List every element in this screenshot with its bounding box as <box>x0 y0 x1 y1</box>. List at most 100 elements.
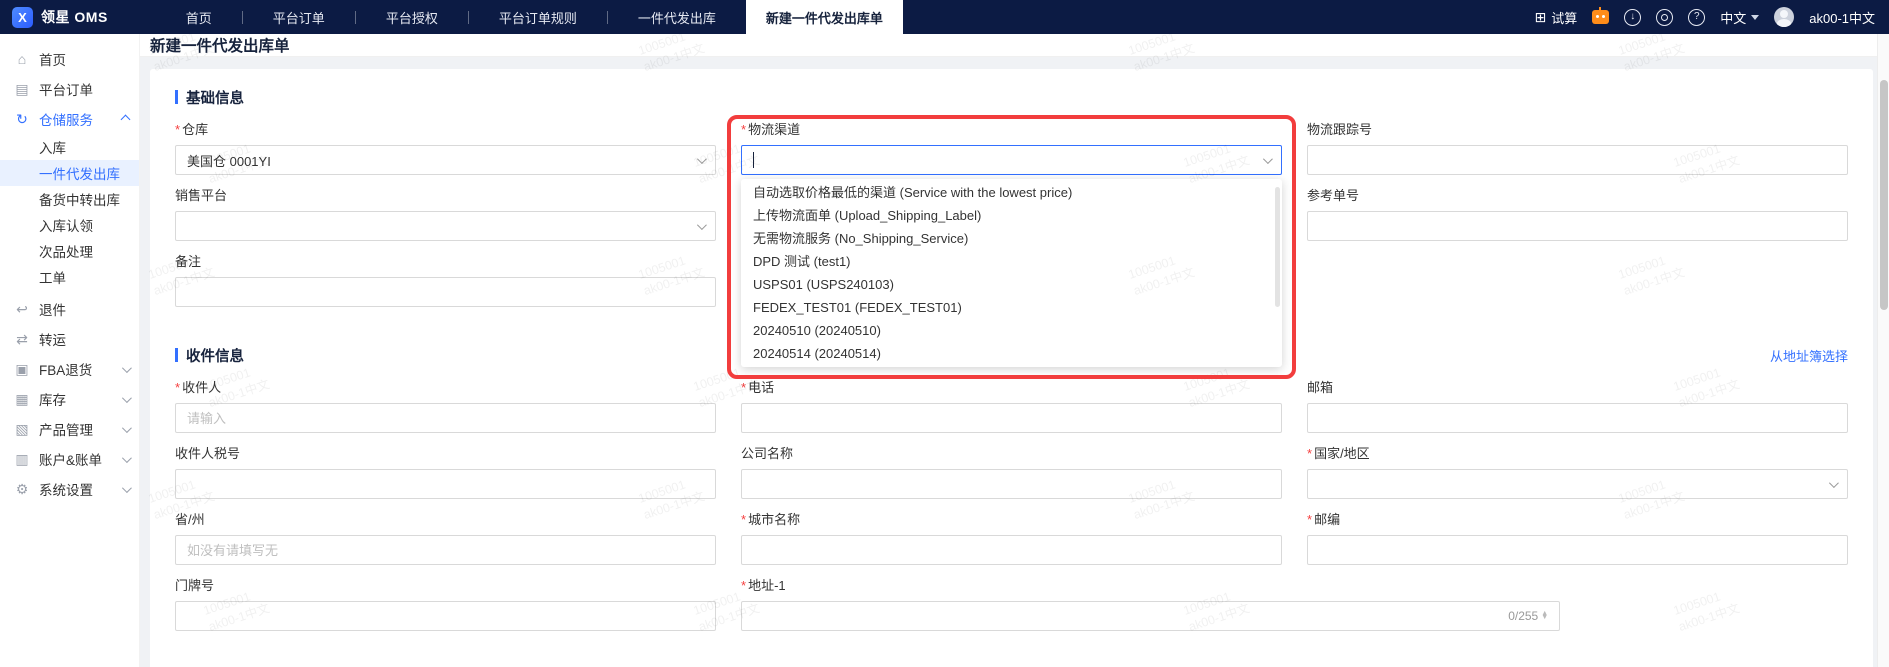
required-mark: * <box>1307 512 1313 527</box>
help-icon[interactable]: ? <box>1688 8 1706 26</box>
channel-option-dpd-test[interactable]: DPD 测试 (test1) <box>741 250 1282 273</box>
state-field: 省/州 <box>175 513 716 565</box>
sidebar: ⌂ 首页 ▤ 平台订单 ↻ 仓储服务 入库 一件代发出库 备货中转出库 入库认领… <box>0 34 140 667</box>
char-counter-value: 0/255 <box>1508 609 1539 623</box>
country-select[interactable] <box>1307 469 1848 499</box>
country-field: * 国家/地区 <box>1307 447 1848 499</box>
tracking-number-field: 物流跟踪号 <box>1307 123 1848 175</box>
state-input[interactable] <box>175 535 716 565</box>
avatar[interactable] <box>1774 7 1795 27</box>
warehouse-icon: ↻ <box>16 110 28 127</box>
warehouse-value: 美国仓 0001YI <box>187 153 271 169</box>
house-number-field: 门牌号 <box>175 579 716 631</box>
topnav-platform-auth[interactable]: 平台授权 <box>356 0 468 34</box>
zip-input[interactable] <box>1307 535 1848 565</box>
chevron-down-icon <box>121 392 132 403</box>
sidebar-item-warehouse-services[interactable]: ↻ 仓储服务 <box>0 104 139 134</box>
top-nav: 首页 平台订单 平台授权 平台订单规则 一件代发出库 <box>156 0 746 34</box>
receiver-input[interactable] <box>175 403 716 433</box>
guide-icon[interactable] <box>1656 8 1674 26</box>
sidebar-item-transfer[interactable]: ⇄ 转运 <box>0 324 139 354</box>
channel-option-20240514[interactable]: 20240514 (20240514) <box>741 342 1282 365</box>
inventory-icon: ▦ <box>15 390 29 407</box>
dropdown-scrollbar[interactable] <box>1275 187 1280 307</box>
house-number-label: 门牌号 <box>175 578 215 593</box>
topnav-home[interactable]: 首页 <box>156 0 242 34</box>
vertical-scrollbar[interactable] <box>1877 34 1889 667</box>
sidebar-item-settings[interactable]: ⚙ 系统设置 <box>0 474 139 504</box>
sidebar-item-fba-returns[interactable]: ▣ FBA退货 <box>0 354 139 384</box>
receiver-label: 收件人 <box>182 380 222 395</box>
chevron-down-icon <box>696 153 707 164</box>
sidebar-item-defective[interactable]: 次品处理 <box>0 238 139 264</box>
scrollbar-thumb[interactable] <box>1880 80 1888 310</box>
reference-number-field: 参考单号 <box>1307 189 1848 241</box>
email-input[interactable] <box>1307 403 1848 433</box>
phone-input[interactable] <box>741 403 1282 433</box>
company-field: 公司名称 <box>741 447 1282 499</box>
sidebar-item-dropship-outbound[interactable]: 一件代发出库 <box>0 160 139 186</box>
topbar-right: ⊞ 试算 ↓ ? 中文 ak00-1中文 <box>1534 0 1889 34</box>
recipient-info-title: 收件信息 <box>186 348 244 365</box>
sidebar-item-inbound-claim[interactable]: 入库认领 <box>0 212 139 238</box>
sidebar-item-transit-outbound[interactable]: 备货中转出库 <box>0 186 139 212</box>
tab-new-dropship-order[interactable]: 新建一件代发出库单 <box>745 0 903 34</box>
channel-option-20240510[interactable]: 20240510 (20240510) <box>741 319 1282 342</box>
warehouse-label: 仓库 <box>182 122 209 137</box>
sidebar-label: 退件 <box>39 303 66 318</box>
sidebar-label: 平台订单 <box>39 83 93 98</box>
reference-number-input[interactable] <box>1307 211 1848 241</box>
chevron-down-icon <box>121 362 132 373</box>
channel-option-fedex-test01[interactable]: FEDEX_TEST01 (FEDEX_TEST01) <box>741 296 1282 319</box>
basic-info-section-header: 基础信息 <box>175 87 1848 107</box>
address-book-link[interactable]: 从地址簿选择 <box>1770 346 1848 365</box>
sidebar-item-inventory[interactable]: ▦ 库存 <box>0 384 139 414</box>
city-input[interactable] <box>741 535 1282 565</box>
language-label: 中文 <box>1720 10 1747 26</box>
sidebar-item-accounts[interactable]: ▥ 账户&账单 <box>0 444 139 474</box>
channel-option-upload-label[interactable]: 上传物流面单 (Upload_Shipping_Label) <box>741 204 1282 227</box>
topnav-order-rules[interactable]: 平台订单规则 <box>469 0 607 34</box>
company-label: 公司名称 <box>741 446 794 461</box>
app-logo[interactable]: X 领星 OMS <box>0 0 122 34</box>
language-switcher[interactable]: 中文 <box>1720 8 1760 27</box>
tax-number-field: 收件人税号 <box>175 447 716 499</box>
robot-assistant-icon[interactable] <box>1592 7 1610 24</box>
logistics-channel-label: 物流渠道 <box>748 122 801 137</box>
required-mark: * <box>1307 446 1313 461</box>
basic-info-title: 基础信息 <box>186 90 244 107</box>
sidebar-item-returns[interactable]: ↩ 退件 <box>0 294 139 324</box>
sidebar-item-home[interactable]: ⌂ 首页 <box>0 44 139 74</box>
logo-text: 领星 OMS <box>41 9 108 25</box>
required-mark: * <box>175 380 181 395</box>
trial-calc-button[interactable]: ⊞ 试算 <box>1534 8 1577 27</box>
download-icon[interactable]: ↓ <box>1624 8 1642 26</box>
sales-platform-select[interactable] <box>175 211 716 241</box>
sidebar-item-platform-orders[interactable]: ▤ 平台订单 <box>0 74 139 104</box>
channel-option-no-shipping[interactable]: 无需物流服务 (No_Shipping_Service) <box>741 227 1282 250</box>
sidebar-label: 仓储服务 <box>39 113 93 128</box>
company-input[interactable] <box>741 469 1282 499</box>
zip-label: 邮编 <box>1314 512 1341 527</box>
warehouse-select[interactable]: 美国仓 0001YI <box>175 145 716 175</box>
channel-option-usps01[interactable]: USPS01 (USPS240103) <box>741 273 1282 296</box>
tracking-number-input[interactable] <box>1307 145 1848 175</box>
channel-option-lowest-price[interactable]: 自动选取价格最低的渠道 (Service with the lowest pri… <box>741 181 1282 204</box>
fba-returns-icon: ▣ <box>15 360 29 377</box>
sidebar-item-inbound[interactable]: 入库 <box>0 134 139 160</box>
remark-input[interactable] <box>175 277 716 307</box>
sidebar-label: 账户&账单 <box>39 453 103 468</box>
house-number-input[interactable] <box>175 601 716 631</box>
sidebar-item-products[interactable]: ▧ 产品管理 <box>0 414 139 444</box>
settings-icon: ⚙ <box>15 480 29 497</box>
home-icon: ⌂ <box>17 51 27 67</box>
required-mark: * <box>741 578 747 593</box>
address1-textarea[interactable]: 0/255 ▲ ▼ <box>741 601 1561 631</box>
tax-number-input[interactable] <box>175 469 716 499</box>
topnav-dropship-outbound[interactable]: 一件代发出库 <box>608 0 746 34</box>
city-field: * 城市名称 <box>741 513 1282 565</box>
topnav-platform-orders[interactable]: 平台订单 <box>243 0 355 34</box>
sidebar-item-work-order[interactable]: 工单 <box>0 264 139 290</box>
logistics-channel-select[interactable] <box>741 145 1282 175</box>
state-label: 省/州 <box>175 512 205 527</box>
